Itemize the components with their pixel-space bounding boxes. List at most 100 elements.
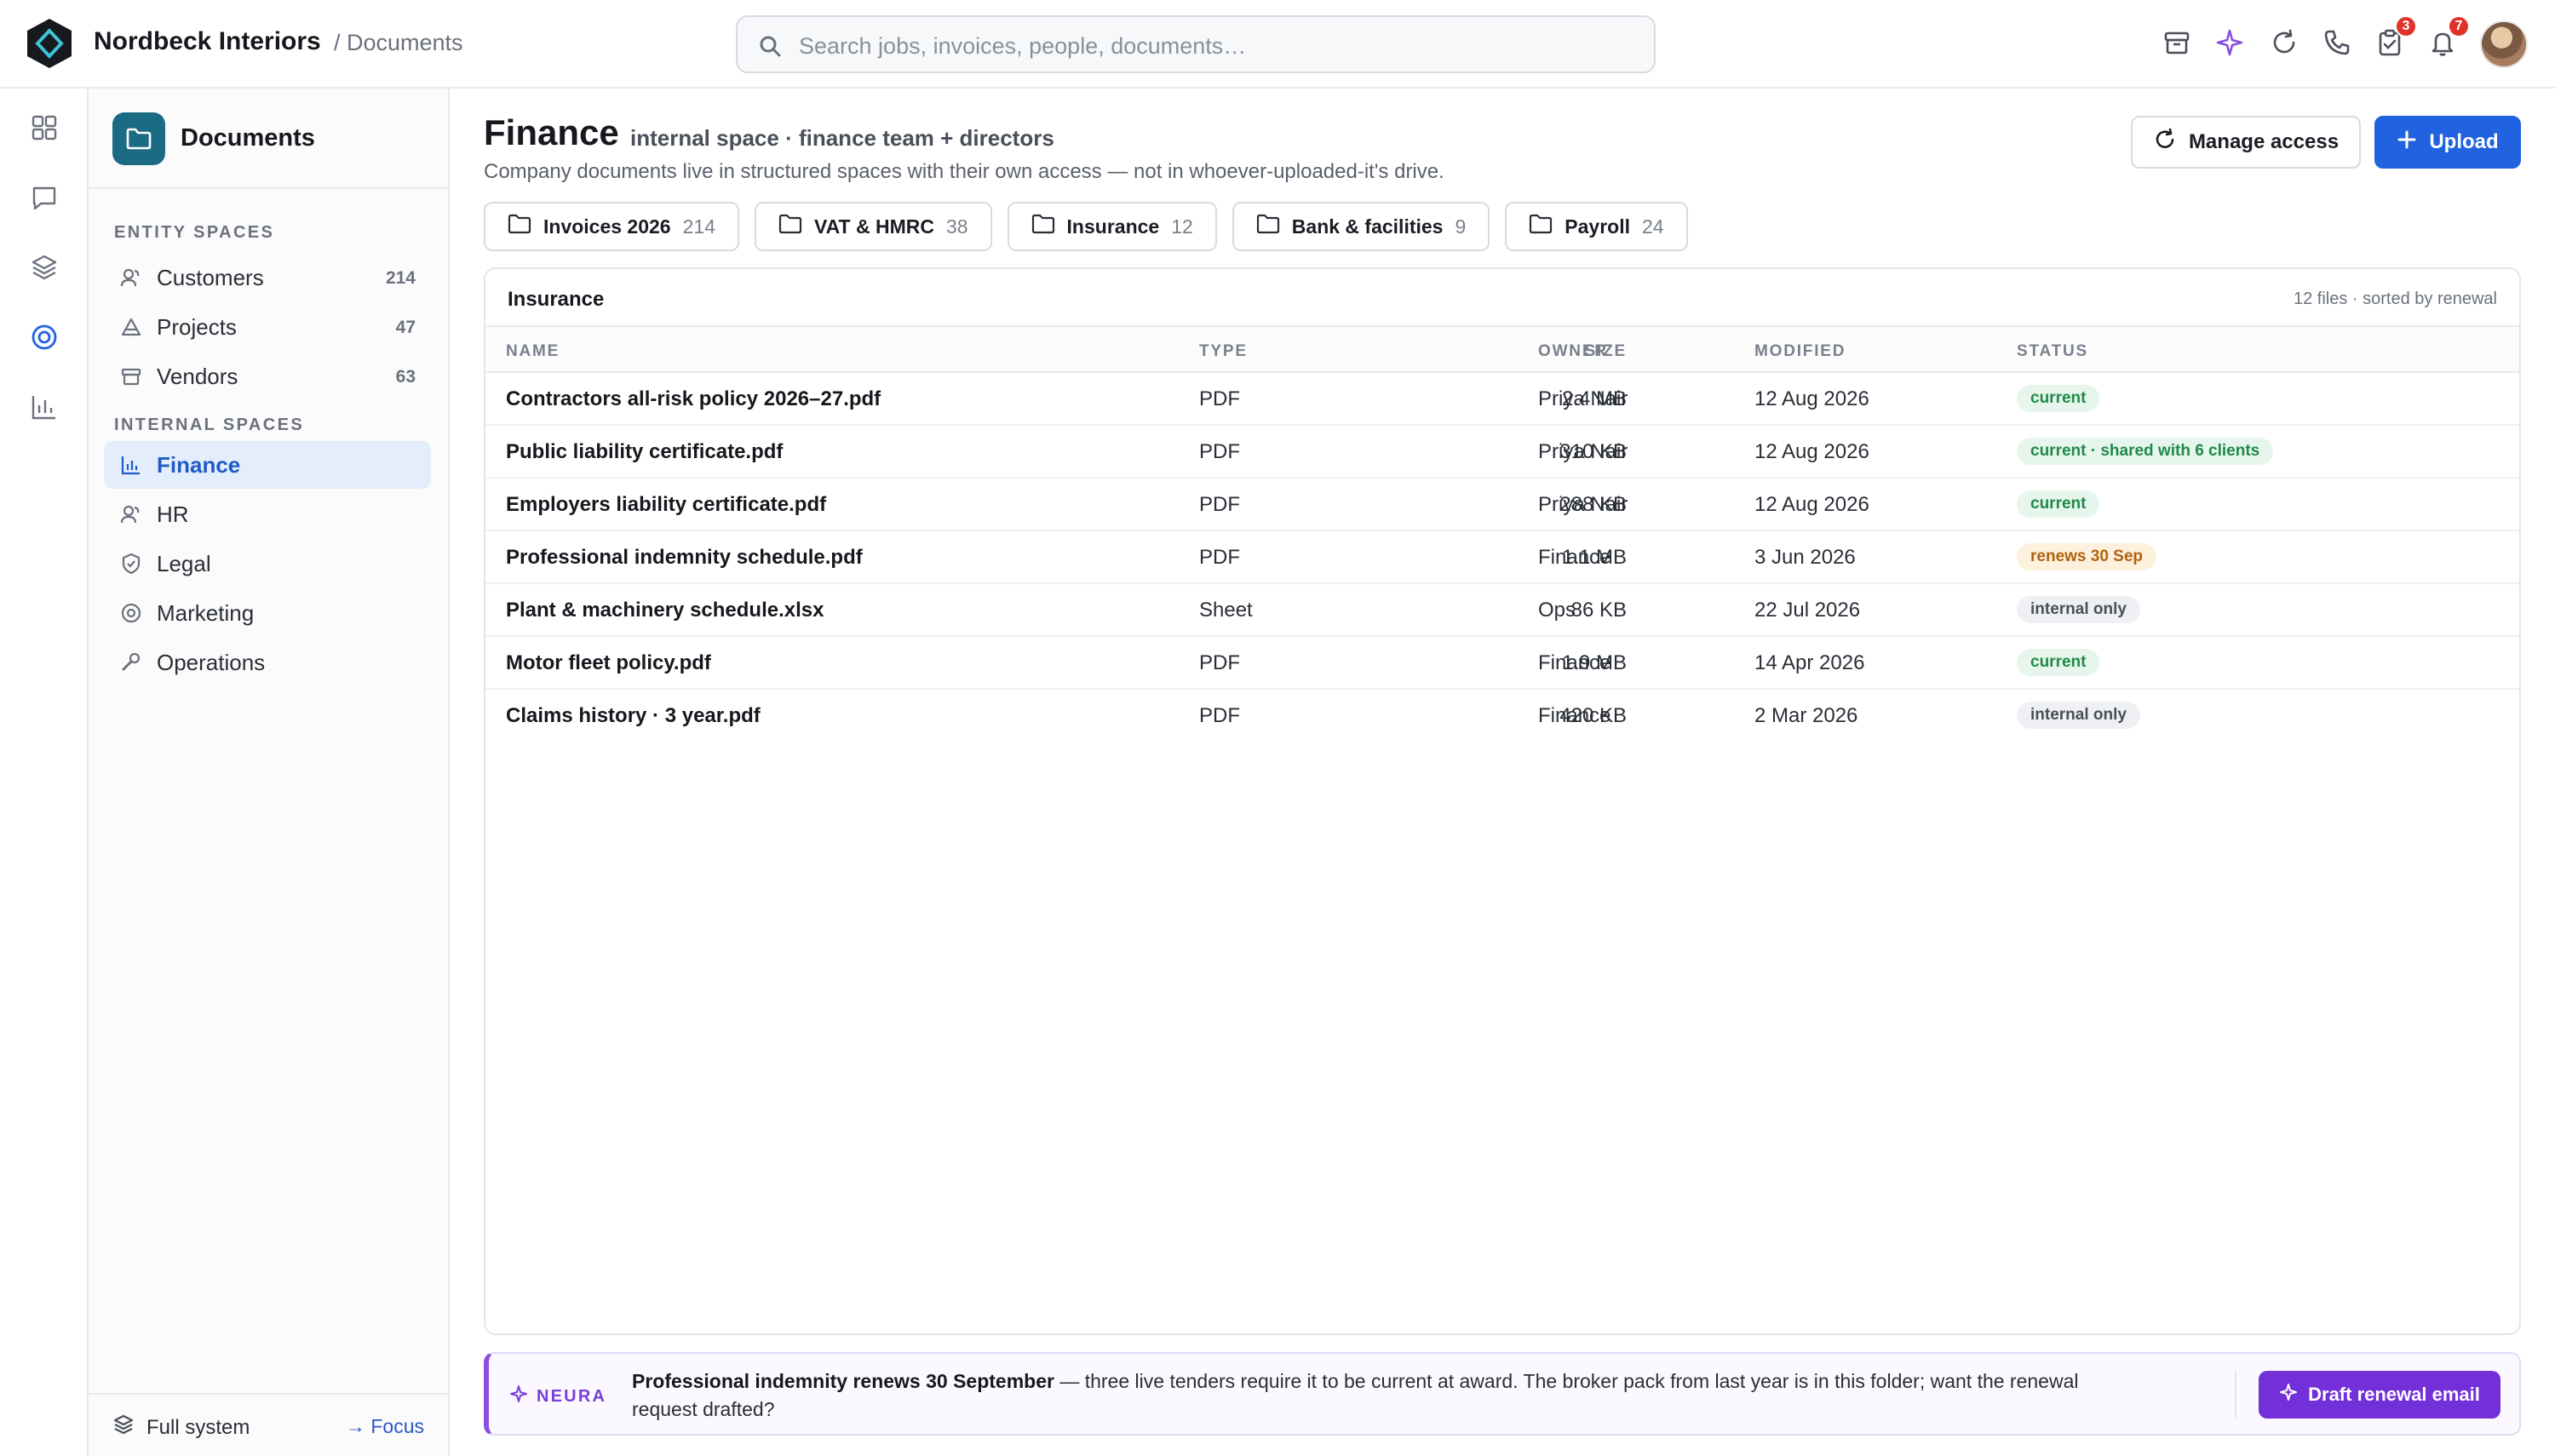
company-logo-icon[interactable] [24, 17, 75, 70]
table-row[interactable]: Claims history · 3 year.pdf PDF 420 KB F… [485, 690, 2519, 742]
sidebar-item-customers[interactable]: Customers 214 [104, 254, 431, 301]
manage-access-button[interactable]: Manage access [2131, 116, 2361, 169]
file-name[interactable]: Contractors all-risk policy 2026–27.pdf [506, 387, 881, 411]
table-row[interactable]: Professional indemnity schedule.pdf PDF … [485, 531, 2519, 584]
draft-renewal-email-label: Draft renewal email [2308, 1384, 2480, 1405]
file-owner: Ops [1538, 599, 1576, 622]
entity-spaces-heading: ENTITY SPACES [114, 223, 275, 242]
sparkle-icon [2279, 1383, 2298, 1407]
folder-icon [778, 214, 802, 239]
sidebar-item-label: Marketing [157, 600, 255, 626]
file-name[interactable]: Professional indemnity schedule.pdf [506, 546, 863, 570]
column-header-modified[interactable]: MODIFIED [1754, 342, 1846, 361]
bell-icon[interactable]: 7 [2426, 15, 2470, 60]
file-name[interactable]: Plant & machinery schedule.xlsx [506, 599, 824, 622]
folder-chip-count: 214 [682, 215, 715, 238]
marketing-icon [119, 601, 143, 625]
table-row[interactable]: Motor fleet policy.pdf PDF 1.9 MB Financ… [485, 637, 2519, 690]
layers-icon[interactable] [27, 250, 61, 284]
status-badge: internal only [2017, 596, 2140, 623]
search-input[interactable] [799, 29, 1633, 63]
sidebar-header: Documents [89, 89, 448, 189]
table-row[interactable]: Employers liability certificate.pdf PDF … [485, 479, 2519, 531]
folder-chip-label: Bank & facilities [1291, 215, 1444, 238]
column-header-name[interactable]: NAME [506, 342, 560, 361]
phone-icon[interactable] [2320, 26, 2354, 60]
archive-icon[interactable] [2160, 26, 2194, 60]
tasks-icon[interactable]: 3 [2373, 15, 2417, 60]
full-system-link[interactable]: Full system [112, 1413, 250, 1442]
table-row[interactable]: Contractors all-risk policy 2026–27.pdf … [485, 373, 2519, 426]
grid-icon[interactable] [27, 111, 61, 145]
folder-chip-vat[interactable]: VAT & HMRC 38 [754, 202, 992, 251]
folder-chip-label: Invoices 2026 [543, 215, 671, 238]
sidebar-item-label: HR [157, 502, 189, 527]
refresh-icon[interactable] [2267, 26, 2301, 60]
file-name[interactable]: Claims history · 3 year.pdf [506, 704, 761, 728]
folder-chip-count: 9 [1455, 215, 1467, 238]
sidebar-item-vendors[interactable]: Vendors 63 [104, 353, 431, 400]
table-row[interactable]: Plant & machinery schedule.xlsx Sheet 86… [485, 584, 2519, 637]
file-name[interactable]: Employers liability certificate.pdf [506, 493, 826, 517]
sidebar-item-hr[interactable]: HR [104, 490, 431, 538]
sparkle-icon[interactable] [2213, 26, 2247, 60]
folder-chip-count: 38 [945, 215, 968, 238]
user-avatar[interactable] [2480, 20, 2528, 68]
breadcrumb[interactable]: / Documents [334, 30, 463, 56]
file-modified: 22 Jul 2026 [1754, 599, 1861, 622]
status-badge: current · shared with 6 clients [2017, 438, 2274, 465]
file-modified: 12 Aug 2026 [1754, 387, 1869, 410]
status-badge: current [2017, 385, 2100, 412]
sidebar-item-marketing[interactable]: Marketing [104, 589, 431, 637]
folder-chip-payroll[interactable]: Payroll 24 [1505, 202, 1688, 251]
file-owner: Priya Nair [1538, 493, 1628, 516]
folder-chip-invoices[interactable]: Invoices 2026 214 [484, 202, 739, 251]
file-name[interactable]: Motor fleet policy.pdf [506, 651, 711, 675]
upload-button[interactable]: Upload [2374, 116, 2521, 169]
hr-icon [119, 502, 143, 526]
sidebar-item-finance[interactable]: Finance [104, 441, 431, 489]
focus-link[interactable]: → Focus [346, 1415, 424, 1438]
file-table-panel: Insurance 12 files · sorted by renewal N… [484, 267, 2521, 1335]
target-icon[interactable] [27, 320, 61, 354]
chat-icon[interactable] [27, 181, 61, 215]
folder-chips: Invoices 2026 214 VAT & HMRC 38 Insuranc… [484, 202, 1688, 251]
file-type: PDF [1199, 493, 1240, 516]
folder-chip-count: 12 [1171, 215, 1193, 238]
file-owner: Finance [1538, 651, 1611, 674]
column-header-owner[interactable]: OWNER [1538, 342, 1608, 361]
sidebar-item-projects[interactable]: Projects 47 [104, 303, 431, 351]
manage-access-label: Manage access [2188, 130, 2340, 153]
table-row[interactable]: Public liability certificate.pdf PDF 310… [485, 426, 2519, 479]
table-title: Insurance [508, 288, 605, 311]
file-owner: Priya Nair [1538, 387, 1628, 410]
file-type: Sheet [1199, 599, 1253, 622]
status-badge: renews 30 Sep [2017, 543, 2157, 570]
customers-icon [119, 266, 143, 289]
status-badge: current [2017, 649, 2100, 676]
brand-name[interactable]: Nordbeck Interiors [94, 27, 321, 56]
page-subtitle: internal space · finance team + director… [630, 125, 1054, 151]
documents-folder-icon [112, 112, 165, 165]
column-header-type[interactable]: TYPE [1199, 342, 1248, 361]
folder-chip-bank[interactable]: Bank & facilities 9 [1232, 202, 1490, 251]
status-badge: current [2017, 490, 2100, 518]
sidebar-item-count: 63 [395, 367, 416, 387]
sidebar-item-legal[interactable]: Legal [104, 540, 431, 588]
sidebar-item-operations[interactable]: Operations [104, 639, 431, 686]
global-search[interactable] [736, 15, 1656, 73]
neura-message: Professional indemnity renews 30 Septemb… [632, 1367, 2148, 1424]
file-type: PDF [1199, 387, 1240, 410]
status-badge: internal only [2017, 702, 2140, 729]
column-header-status[interactable]: STATUS [2017, 342, 2088, 361]
sidebar-item-label: Projects [157, 314, 237, 340]
sidebar-item-label: Operations [157, 650, 266, 675]
file-name[interactable]: Public liability certificate.pdf [506, 440, 783, 464]
table-meta: 12 files · sorted by renewal [2293, 289, 2497, 308]
folder-chip-label: Insurance [1066, 215, 1160, 238]
page-title: Finance [484, 112, 619, 152]
draft-renewal-email-button[interactable]: Draft renewal email [2259, 1371, 2500, 1419]
chart-icon[interactable] [27, 390, 61, 424]
folder-icon [1256, 214, 1280, 239]
folder-chip-insurance[interactable]: Insurance 12 [1007, 202, 1217, 251]
